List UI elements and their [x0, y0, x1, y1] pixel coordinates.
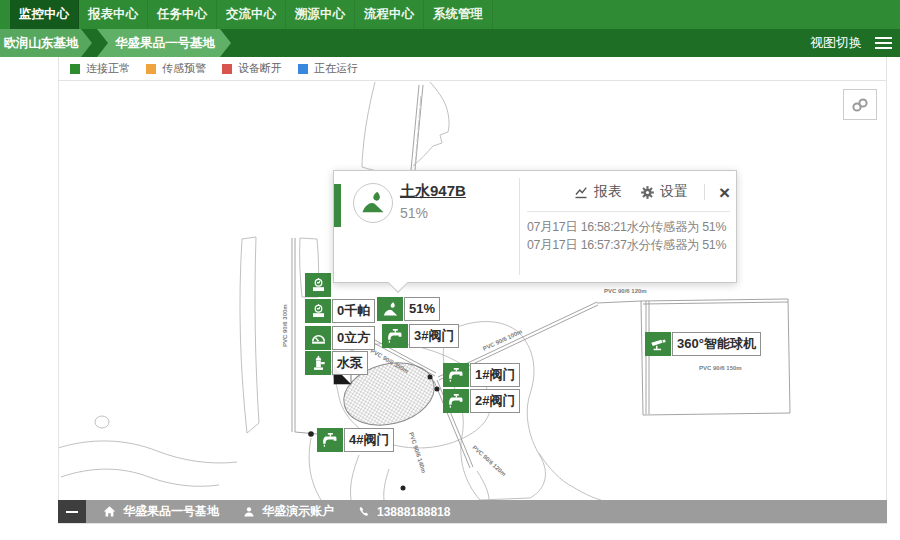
nav-item-0[interactable]: 监控中心 — [10, 0, 79, 29]
marker-51%[interactable]: 51% — [377, 297, 440, 321]
legend-label: 设备断开 — [238, 61, 282, 76]
home-icon — [103, 505, 116, 518]
popup-action-report[interactable]: 报表 — [573, 183, 622, 201]
legend-color-swatch — [222, 64, 232, 74]
marker-360°智能球机[interactable]: 360°智能球机 — [645, 332, 761, 356]
link-button[interactable] — [843, 89, 877, 120]
pipe-label: PVC 90/6 150m — [699, 365, 742, 371]
field-map-drawing: PVC 90/6 300mPVC 90/6 350mPVC 90/6 100mP… — [59, 81, 887, 500]
breadcrumb-item-base[interactable]: 欧润山东基地 — [0, 29, 92, 57]
nav-item-5[interactable]: 流程中心 — [355, 0, 424, 29]
pump-icon — [305, 351, 331, 375]
popup-action-settings[interactable]: 设置 — [640, 183, 688, 201]
nav-item-1[interactable]: 报表中心 — [79, 0, 148, 29]
valve-icon — [382, 324, 408, 348]
map-area[interactable]: PVC 90/6 300mPVC 90/6 350mPVC 90/6 100mP… — [58, 81, 887, 500]
legend-label: 正在运行 — [314, 61, 358, 76]
marker-label: 水泵 — [332, 351, 368, 375]
statusbar-item-2: 13888188818 — [358, 505, 450, 519]
app: 监控中心报表中心任务中心交流中心溯源中心流程中心系统管理 欧润山东基地 华盛果品… — [0, 0, 900, 540]
nav-item-2[interactable]: 任务中心 — [148, 0, 217, 29]
user-icon — [243, 506, 255, 518]
statusbar-item-1: 华盛演示账户 — [243, 503, 334, 520]
legend-item-1: 传感预警 — [146, 61, 206, 76]
menu-icon[interactable] — [875, 37, 892, 49]
sensor-value: 51% — [400, 205, 428, 221]
minus-icon — [66, 511, 78, 513]
marker-label: 0立方 — [332, 326, 375, 350]
popup-action-label: 设置 — [660, 183, 688, 201]
sensor-popup: 土水947B 51% 报表 设置 × 07月17日 16:58:21水分传感器为 5… — [333, 170, 737, 283]
marker-label: 1#阀门 — [470, 363, 520, 387]
pipe-label: PVC 90/6 120m — [604, 288, 647, 294]
popup-actions: 报表 设置 × — [527, 179, 730, 205]
statusbar-label: 13888188818 — [377, 505, 450, 519]
marker-label: 0千帕 — [332, 299, 375, 323]
legend-color-swatch — [298, 64, 308, 74]
view-switch-button[interactable]: 视图切换 — [810, 29, 862, 57]
marker-label: 2#阀门 — [470, 389, 520, 413]
sensor-title[interactable]: 土水947B — [400, 182, 466, 201]
sensor-avatar — [353, 183, 393, 223]
valve-icon — [443, 389, 469, 413]
meter-icon — [305, 299, 331, 323]
popup-action-label: 报表 — [594, 183, 622, 201]
valve-icon — [443, 363, 469, 387]
marker-label: 4#阀门 — [344, 428, 394, 452]
marker-meter-icon[interactable] — [305, 273, 331, 297]
statusbar-label: 华盛演示账户 — [262, 503, 334, 520]
legend-color-swatch — [70, 64, 80, 74]
legend-label: 连接正常 — [86, 61, 130, 76]
meter-icon — [305, 273, 331, 297]
nav-item-3[interactable]: 交流中心 — [217, 0, 286, 29]
popup-messages: 07月17日 16:58:21水分传感器为 51%07月17日 16:57:37… — [527, 218, 726, 254]
marker-3#阀门[interactable]: 3#阀门 — [382, 324, 459, 348]
legend-item-2: 设备断开 — [222, 61, 282, 76]
marker-label: 360°智能球机 — [672, 332, 761, 356]
legend-item-3: 正在运行 — [298, 61, 358, 76]
status-legend: 连接正常 传感预警 设备断开 正在运行 — [58, 57, 887, 81]
gauge-icon — [305, 326, 331, 350]
moisture-icon — [377, 297, 403, 321]
collapse-toggle-button[interactable] — [58, 500, 86, 523]
legend-item-0: 连接正常 — [70, 61, 130, 76]
popup-accent — [334, 184, 341, 227]
status-bar: 华盛果品一号基地 华盛演示账户 13888188818 — [58, 500, 887, 523]
link-icon — [850, 96, 870, 114]
phone-icon — [358, 506, 370, 518]
sensor-log-message: 07月17日 16:58:21水分传感器为 51% — [527, 218, 726, 236]
marker-label: 51% — [404, 297, 440, 321]
nav-item-6[interactable]: 系统管理 — [424, 0, 493, 29]
marker-水泵[interactable]: 水泵 — [305, 351, 368, 375]
popup-divider-horizontal — [527, 211, 730, 212]
moisture-icon — [359, 189, 387, 217]
nav-item-4[interactable]: 溯源中心 — [286, 0, 355, 29]
chart-icon — [573, 184, 589, 200]
pipe-label: PVC 90/6 300m — [282, 304, 288, 347]
statusbar-label: 华盛果品一号基地 — [123, 503, 219, 520]
breadcrumb: 欧润山东基地 华盛果品一号基地 视图切换 — [0, 29, 900, 57]
container-bottom-border — [58, 523, 887, 524]
marker-2#阀门[interactable]: 2#阀门 — [443, 389, 520, 413]
marker-0千帕[interactable]: 0千帕 — [305, 299, 375, 323]
camera-icon — [645, 332, 671, 356]
marker-4#阀门[interactable]: 4#阀门 — [317, 428, 394, 452]
close-icon[interactable]: × — [719, 183, 730, 202]
marker-label: 3#阀门 — [409, 324, 459, 348]
breadcrumb-item-site[interactable]: 华盛果品一号基地 — [97, 29, 231, 57]
popup-divider-vertical — [519, 178, 520, 275]
legend-color-swatch — [146, 64, 156, 74]
marker-1#阀门[interactable]: 1#阀门 — [443, 363, 520, 387]
gear-icon — [640, 185, 655, 200]
pipe-label: PVC 90/6 140m — [408, 431, 427, 473]
statusbar-item-0: 华盛果品一号基地 — [103, 503, 219, 520]
pipe-label: PVC 90/6 120m — [471, 444, 507, 477]
top-nav: 监控中心报表中心任务中心交流中心溯源中心流程中心系统管理 — [0, 0, 900, 29]
popup-action-divider — [704, 184, 705, 200]
sensor-log-message: 07月17日 16:57:37水分传感器为 51% — [527, 236, 726, 254]
valve-icon — [317, 428, 343, 452]
legend-label: 传感预警 — [162, 61, 206, 76]
marker-0立方[interactable]: 0立方 — [305, 326, 375, 350]
